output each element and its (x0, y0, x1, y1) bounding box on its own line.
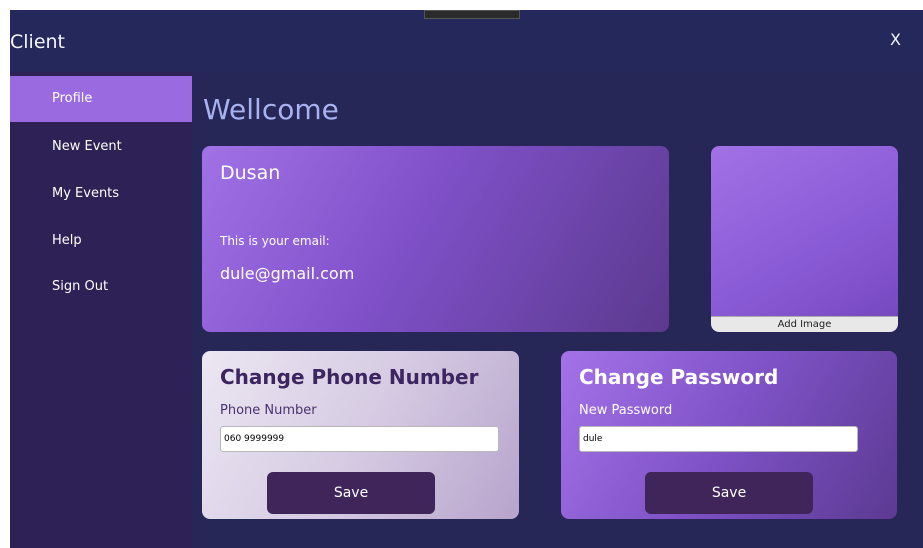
sidebar-item-profile[interactable]: Profile (10, 76, 192, 122)
sidebar-item-help[interactable]: Help (10, 218, 192, 264)
sidebar-item-my-events[interactable]: My Events (10, 171, 192, 217)
sidebar: Profile New Event My Events Help Sign Ou… (10, 72, 192, 548)
add-image-button[interactable]: Add Image (711, 316, 898, 332)
phone-number-input[interactable] (220, 426, 499, 452)
email-value: dule@gmail.com (220, 264, 355, 283)
sidebar-item-sign-out[interactable]: Sign Out (10, 264, 192, 310)
phone-number-label: Phone Number (220, 403, 317, 418)
window-drag-handle[interactable] (424, 10, 520, 19)
new-password-input[interactable] (579, 426, 858, 452)
profile-card: Dusan This is your email: dule@gmail.com (202, 146, 669, 332)
change-password-card: Change Password New Password Save (561, 351, 897, 519)
change-password-title: Change Password (579, 365, 779, 389)
change-phone-card: Change Phone Number Phone Number Save (202, 351, 519, 519)
change-phone-title: Change Phone Number (220, 365, 479, 389)
title-bar: Client X (10, 10, 923, 72)
app-title: Client (10, 31, 66, 53)
profile-name: Dusan (220, 162, 281, 184)
client-window: Client X Profile New Event My Events Hel… (10, 10, 923, 548)
new-password-label: New Password (579, 403, 673, 418)
sidebar-item-new-event[interactable]: New Event (10, 124, 192, 170)
close-button[interactable]: X (890, 30, 901, 49)
profile-image-card: Add Image (711, 146, 898, 332)
page-title: Wellcome (203, 93, 339, 126)
save-password-button[interactable]: Save (645, 472, 813, 514)
email-label: This is your email: (220, 234, 330, 248)
save-phone-button[interactable]: Save (267, 472, 435, 514)
